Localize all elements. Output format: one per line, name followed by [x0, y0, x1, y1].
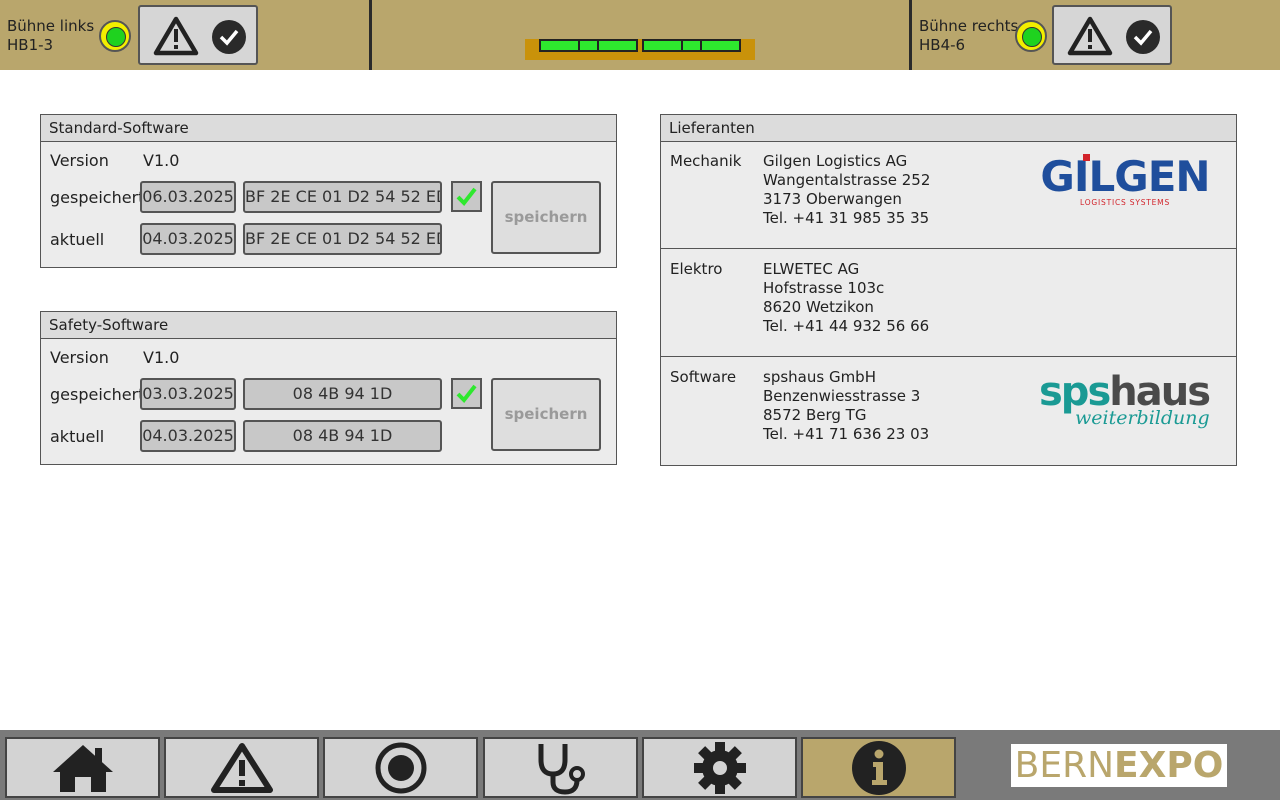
stethoscope-icon: [538, 743, 585, 795]
gear-icon: [693, 741, 746, 794]
supplier-phone: Tel. +41 31 985 35 35: [763, 209, 930, 227]
info-icon: [851, 740, 906, 795]
supplier-company: spshaus GmbH: [763, 368, 876, 386]
gilgen-logo: GILGEN LOGISTICS SYSTEMS: [1040, 152, 1210, 207]
bernexpo-logo: BERNEXPO: [1011, 744, 1227, 787]
record-circle-icon: [375, 742, 426, 793]
version-label: Version: [50, 348, 109, 367]
top-status-bar: Bühne links HB1-3 Bühne rechts HB4-6: [0, 0, 1280, 70]
progress-segment: [700, 39, 741, 52]
panel-title: Lieferanten: [661, 115, 1236, 142]
version-label: Version: [50, 151, 109, 170]
supplier-street: Benzenwiesstrasse 3: [763, 387, 921, 405]
current-label: aktuell: [50, 230, 105, 249]
version-value: V1.0: [143, 348, 180, 367]
progress-segment: [539, 39, 580, 52]
current-hash-field: 08 4B 94 1D: [243, 420, 442, 452]
supplier-company: ELWETEC AG: [763, 260, 860, 278]
right-stage-alarm-button[interactable]: [1052, 5, 1172, 65]
save-button[interactable]: speichern: [491, 378, 601, 451]
nav-alarms-button[interactable]: [164, 737, 319, 798]
nav-diagnostics-button[interactable]: [483, 737, 638, 798]
left-stage-code: HB1-3: [7, 36, 54, 54]
supplier-city: 8620 Wetzikon: [763, 298, 874, 316]
match-indicator: [451, 181, 482, 212]
right-stage-code: HB4-6: [919, 36, 966, 54]
spshaus-logo-subtitle: weiterbildung: [1075, 407, 1210, 429]
left-stage-label: Bühne links HB1-3: [7, 17, 94, 55]
supplier-street: Wangentalstrasse 252: [763, 171, 931, 189]
warning-triangle-icon: [210, 742, 273, 793]
panel-title: Standard-Software: [41, 115, 616, 142]
gilgen-logo-text: GILGEN: [1040, 152, 1209, 201]
supplier-city: 3173 Oberwangen: [763, 190, 902, 208]
supplier-category: Software: [670, 368, 737, 386]
brand-bold: EXPO: [1114, 745, 1224, 786]
row-divider: [661, 356, 1237, 357]
bottom-navigation: BERNEXPO: [0, 730, 1280, 800]
row-divider: [661, 248, 1237, 249]
progress-segment: [597, 39, 638, 52]
current-date-field: 04.03.2025: [140, 223, 236, 255]
saved-hash-field: BF 2E CE 01 D2 54 52 ED: [243, 181, 442, 213]
warning-triangle-icon: [1067, 16, 1160, 56]
standard-software-panel: Standard-Software Version V1.0 gespeiche…: [40, 114, 617, 268]
current-label: aktuell: [50, 427, 105, 446]
left-stage-name: Bühne links: [7, 17, 95, 35]
warning-triangle-icon: [153, 16, 246, 56]
current-hash-field: BF 2E CE 01 D2 54 52 ED: [243, 223, 442, 255]
gilgen-logo-dot: [1083, 154, 1090, 161]
supplier-city: 8572 Berg TG: [763, 406, 867, 424]
saved-date-field: 06.03.2025: [140, 181, 236, 213]
right-stage-name: Bühne rechts: [919, 17, 1019, 35]
home-icon: [52, 744, 113, 792]
nav-info-button[interactable]: [801, 737, 956, 798]
green-check-icon: [456, 187, 477, 207]
supplier-phone: Tel. +41 44 932 56 66: [763, 317, 930, 335]
brand-light: BERN: [1014, 745, 1115, 786]
progress-segment: [681, 39, 702, 52]
panel-title: Safety-Software: [41, 312, 616, 339]
gilgen-logo-subtitle: LOGISTICS SYSTEMS: [1080, 198, 1170, 207]
match-indicator: [451, 378, 482, 409]
nav-home-button[interactable]: [5, 737, 160, 798]
saved-label: gespeichert: [50, 188, 145, 207]
lift-position-indicator: [525, 39, 755, 60]
supplier-address: spshaus GmbH Benzenwiesstrasse 3 8572 Be…: [763, 368, 929, 444]
suppliers-panel: Lieferanten Mechanik Gilgen Logistics AG…: [660, 114, 1237, 466]
header-divider-left: [369, 0, 372, 70]
supplier-category: Elektro: [670, 260, 723, 278]
green-check-icon: [456, 384, 477, 404]
saved-hash-field: 08 4B 94 1D: [243, 378, 442, 410]
version-value: V1.0: [143, 151, 180, 170]
header-divider-right: [909, 0, 912, 70]
safety-software-panel: Safety-Software Version V1.0 gespeichert…: [40, 311, 617, 465]
nav-settings-button[interactable]: [642, 737, 797, 798]
right-stage-label: Bühne rechts HB4-6: [919, 17, 1018, 55]
left-stage-status-lamp: [99, 20, 131, 52]
supplier-company: Gilgen Logistics AG: [763, 152, 908, 170]
saved-label: gespeichert: [50, 385, 145, 404]
supplier-phone: Tel. +41 71 636 23 03: [763, 425, 930, 443]
spshaus-logo: spshaus weiterbildung: [1039, 369, 1211, 429]
supplier-category: Mechanik: [670, 152, 742, 170]
current-date-field: 04.03.2025: [140, 420, 236, 452]
progress-segment: [578, 39, 599, 52]
left-stage-alarm-button[interactable]: [138, 5, 258, 65]
supplier-address: ELWETEC AG Hofstrasse 103c 8620 Wetzikon…: [763, 260, 929, 336]
right-stage-status-lamp: [1015, 20, 1047, 52]
supplier-address: Gilgen Logistics AG Wangentalstrasse 252…: [763, 152, 930, 228]
supplier-street: Hofstrasse 103c: [763, 279, 885, 297]
save-button[interactable]: speichern: [491, 181, 601, 254]
saved-date-field: 03.03.2025: [140, 378, 236, 410]
nav-operation-button[interactable]: [323, 737, 478, 798]
progress-segment: [642, 39, 683, 52]
